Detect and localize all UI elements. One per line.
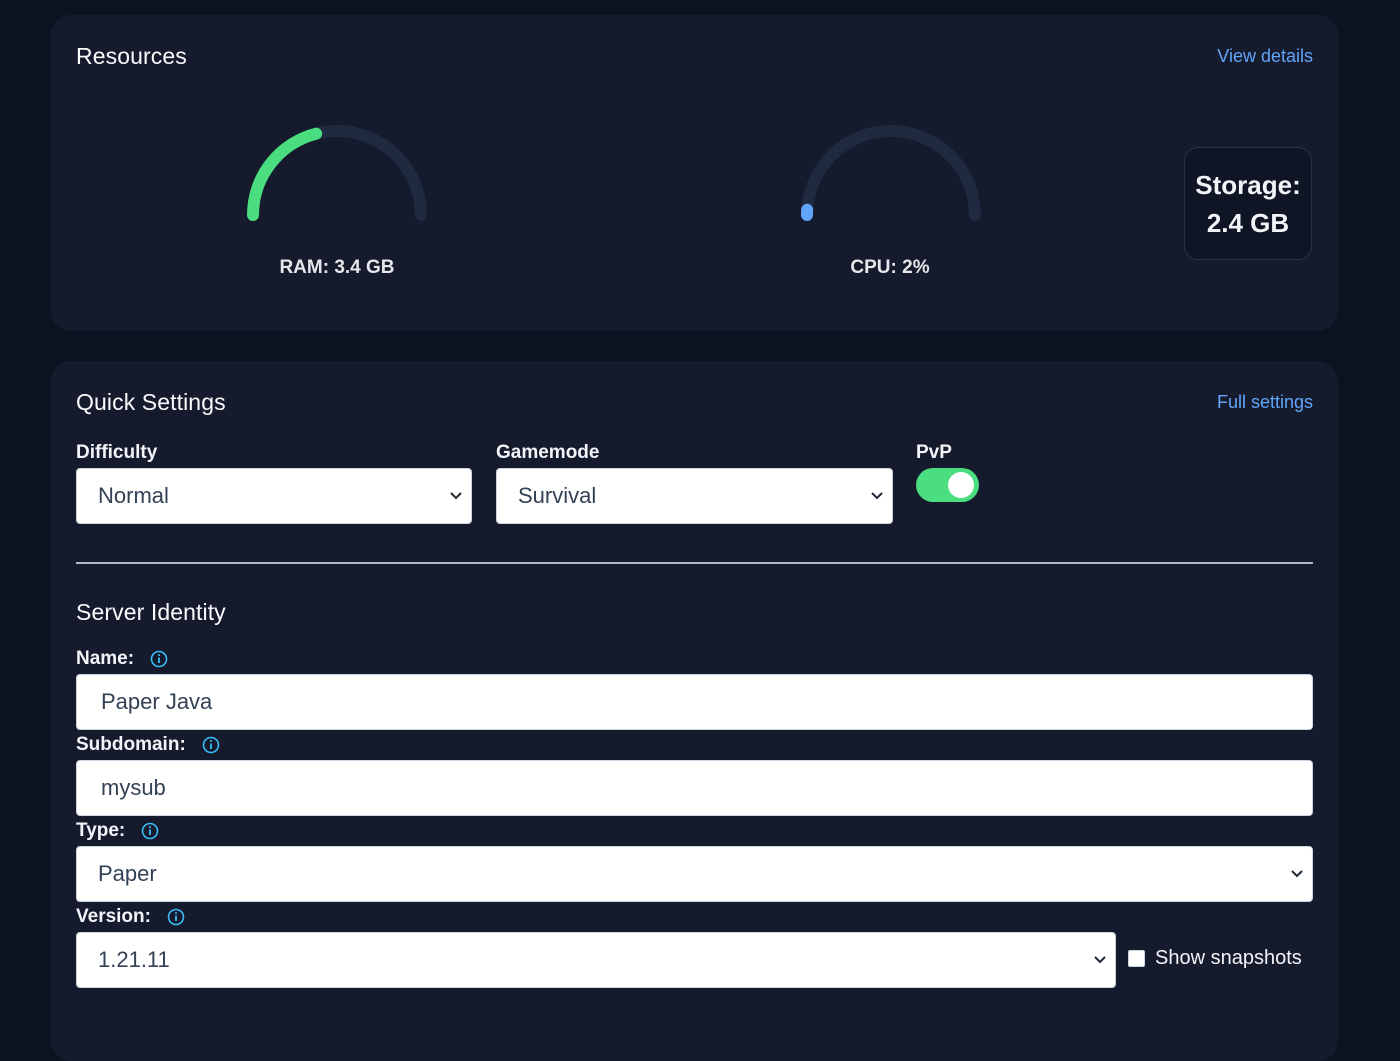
quick-settings-card: Quick Settings Full settings Difficulty …: [51, 361, 1338, 1061]
subdomain-label-text: Subdomain:: [76, 734, 186, 755]
cpu-label: CPU: 2%: [850, 257, 930, 278]
view-details-link[interactable]: View details: [1217, 46, 1313, 67]
chevron-down-icon: [871, 492, 883, 500]
info-circle-icon[interactable]: [141, 822, 159, 840]
difficulty-select[interactable]: Normal: [76, 468, 472, 524]
pvp-toggle[interactable]: [916, 468, 979, 502]
info-circle-icon[interactable]: [167, 908, 185, 926]
show-snapshots-checkbox-row[interactable]: Show snapshots: [1128, 947, 1302, 970]
pvp-label: PvP: [916, 442, 952, 463]
type-value: Paper: [98, 861, 157, 886]
version-label-text: Version:: [76, 906, 151, 927]
name-label-text: Name:: [76, 648, 135, 669]
difficulty-value: Normal: [98, 483, 169, 508]
quick-settings-title: Quick Settings: [76, 389, 226, 415]
toggle-knob: [948, 472, 974, 498]
gamemode-select[interactable]: Survival: [496, 468, 893, 524]
subdomain-value: mysub: [101, 775, 166, 800]
version-label: Version:: [76, 906, 185, 928]
type-select[interactable]: Paper: [76, 846, 1313, 902]
server-identity-title: Server Identity: [76, 599, 226, 625]
chevron-down-icon: [1094, 956, 1106, 964]
show-snapshots-label: Show snapshots: [1155, 947, 1302, 969]
version-select[interactable]: 1.21.11: [76, 932, 1116, 988]
full-settings-link[interactable]: Full settings: [1217, 392, 1313, 413]
storage-box: Storage: 2.4 GB: [1184, 147, 1312, 260]
info-circle-icon[interactable]: [150, 650, 168, 668]
gamemode-label: Gamemode: [496, 442, 600, 463]
info-circle-icon[interactable]: [202, 736, 220, 754]
cpu-gauge-arc: [801, 125, 981, 221]
name-input[interactable]: Paper Java: [76, 674, 1313, 730]
version-value: 1.21.11: [98, 947, 170, 972]
subdomain-input[interactable]: mysub: [76, 760, 1313, 816]
chevron-down-icon: [1291, 870, 1303, 878]
ram-gauge-arc: [247, 125, 427, 221]
storage-value: 2.4 GB: [1206, 207, 1290, 238]
ram-label: RAM: 3.4 GB: [279, 257, 395, 278]
chevron-down-icon: [450, 492, 462, 500]
type-label: Type:: [76, 820, 159, 842]
difficulty-label: Difficulty: [76, 442, 158, 463]
name-label: Name:: [76, 648, 168, 670]
show-snapshots-checkbox[interactable]: [1128, 950, 1145, 967]
ram-gauge: [246, 123, 428, 223]
gamemode-value: Survival: [518, 483, 597, 508]
resources-card: Resources View details RAM: 3.4 GB CPU: …: [51, 15, 1338, 331]
cpu-gauge: [800, 123, 982, 223]
name-value: Paper Java: [101, 689, 213, 714]
section-divider: [76, 562, 1313, 564]
type-label-text: Type:: [76, 820, 126, 841]
subdomain-label: Subdomain:: [76, 734, 220, 756]
resources-title: Resources: [76, 43, 187, 69]
storage-label: Storage:: [1195, 169, 1301, 200]
